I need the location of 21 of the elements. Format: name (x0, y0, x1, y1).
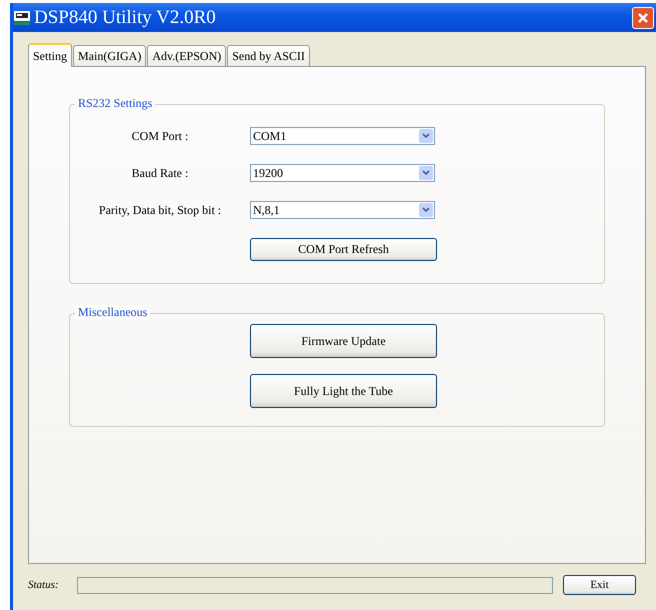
monitor-icon (14, 10, 30, 24)
close-icon[interactable] (637, 12, 649, 24)
group-title: RS232 Settings (75, 96, 156, 111)
window-title: DSP840 Utility V2.0R0 (34, 6, 216, 28)
exit-button[interactable]: Exit (563, 575, 636, 595)
refresh-button[interactable]: COM Port Refresh (250, 238, 437, 261)
status-label: Status: (28, 579, 60, 591)
field-label: COM Port : (130, 128, 190, 144)
dropdown[interactable]: COM1 (250, 127, 435, 145)
tab[interactable]: Setting (28, 43, 72, 67)
tab[interactable]: Main(GIGA) (73, 45, 146, 66)
tab[interactable]: Adv.(EPSON) (147, 45, 226, 66)
tab[interactable]: Send by ASCII (227, 45, 310, 66)
dropdown[interactable]: N,8,1 (250, 201, 435, 219)
dropdown[interactable]: 19200 (250, 164, 435, 182)
group-title: Miscellaneous (75, 305, 150, 320)
action-button[interactable]: Fully Light the Tube (250, 374, 437, 408)
close-button[interactable] (632, 6, 654, 28)
field-label: Parity, Data bit, Stop bit : (98, 202, 222, 218)
action-button[interactable]: Firmware Update (250, 324, 437, 358)
field-label: Baud Rate : (130, 166, 190, 180)
